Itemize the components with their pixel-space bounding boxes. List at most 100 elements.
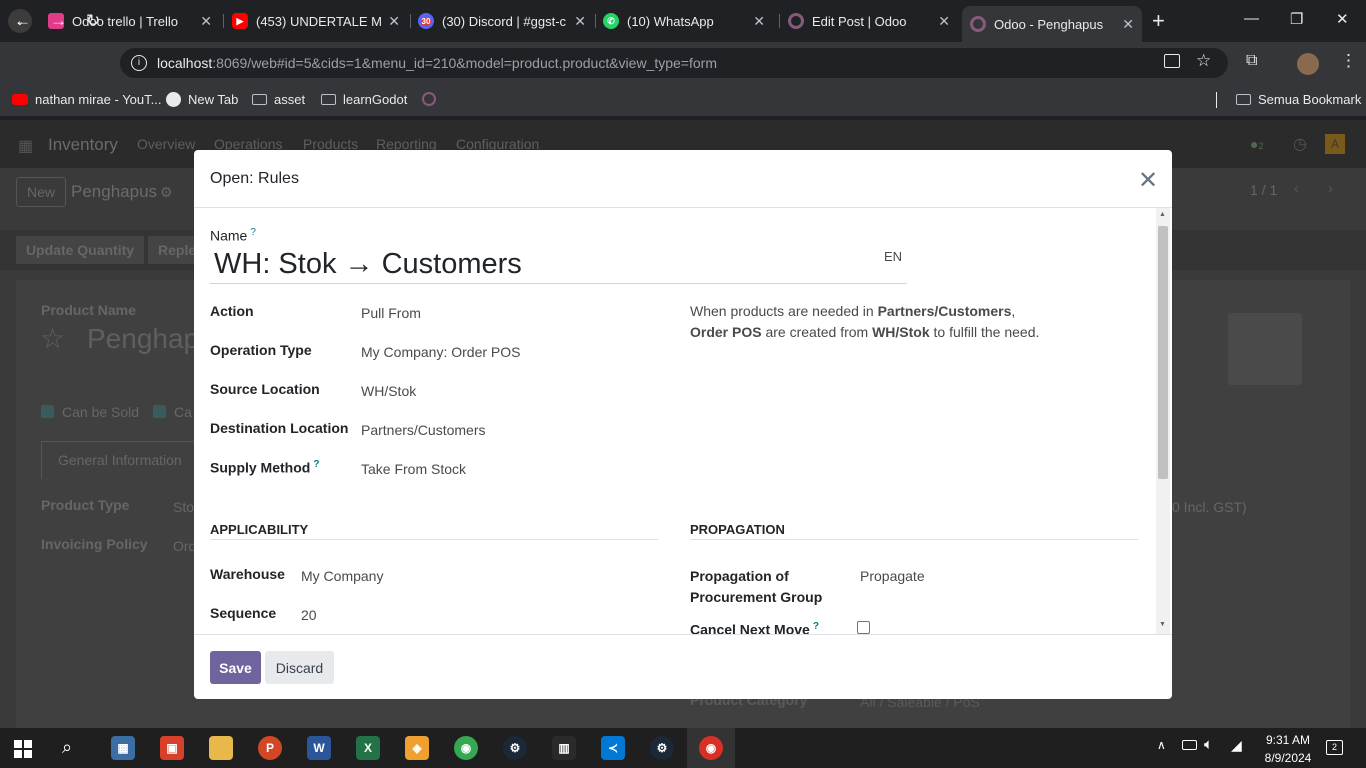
folder-icon [252, 94, 267, 105]
minimize-icon[interactable]: — [1244, 10, 1259, 27]
browser-tab-whatsapp[interactable]: ✆ (10) WhatsApp ✕ [595, 8, 773, 34]
taskbar-clock[interactable]: 9:31 AM 8/9/2024 [1258, 731, 1318, 767]
browser-tab-edit-post[interactable]: Edit Post | Odoo ✕ [780, 8, 958, 34]
warehouse-field[interactable]: My Company [301, 568, 383, 584]
browser-tab-trello[interactable]: Odoo trello | Trello ✕ [40, 8, 220, 34]
cancel-next-move-checkbox[interactable] [857, 621, 870, 634]
gift-icon[interactable]: ▣ [160, 736, 184, 760]
all-bookmarks-folder[interactable]: Semua Bookmark [1236, 92, 1361, 107]
new-button: New [16, 177, 66, 207]
save-button[interactable]: Save [210, 651, 261, 684]
chrome-icon[interactable]: ◉ [699, 736, 723, 760]
dialog-title: Open: Rules [210, 170, 299, 187]
product-type-value: Sto [173, 499, 195, 515]
operation-type-label: Operation Type [210, 342, 312, 358]
help-tooltip-icon[interactable]: ? [250, 227, 256, 238]
battery-icon[interactable] [1182, 740, 1197, 750]
back-icon[interactable]: ← [14, 11, 31, 31]
file-explorer-icon[interactable] [209, 736, 233, 760]
restore-icon[interactable]: ❐ [1290, 10, 1303, 28]
operation-type-field[interactable]: My Company: Order POS [361, 344, 521, 360]
app-menu-icon: ▦ [18, 138, 34, 155]
sequence-field[interactable]: 20 [301, 607, 317, 623]
close-tab-icon[interactable]: ✕ [1122, 16, 1134, 33]
close-window-icon[interactable]: ✕ [1336, 10, 1349, 28]
show-hidden-icons[interactable]: ∧ [1157, 738, 1166, 752]
steam-icon[interactable]: ⚙ [503, 736, 527, 760]
scroll-up-arrow[interactable]: ▲ [1159, 211, 1166, 218]
close-tab-icon[interactable]: ✕ [200, 13, 212, 30]
discord-icon: 30 [418, 13, 434, 29]
supply-method-select[interactable]: Take From Stock [361, 461, 466, 477]
source-location-label: Source Location [210, 381, 320, 397]
new-tab-button[interactable]: + [1152, 8, 1165, 34]
extensions-icon[interactable]: ⧉ [1246, 52, 1257, 70]
excel-icon[interactable]: X [356, 736, 380, 760]
forward-icon[interactable]: → [50, 11, 67, 31]
name-label: Name? [210, 227, 256, 244]
steam-icon[interactable]: ⚙ [650, 736, 674, 760]
notification-icon[interactable]: 2 [1326, 740, 1343, 755]
whatsapp-icon: ✆ [603, 13, 619, 29]
close-tab-icon[interactable]: ✕ [938, 13, 950, 30]
install-app-icon[interactable] [1164, 54, 1180, 68]
discard-button[interactable]: Discard [265, 651, 334, 684]
close-icon[interactable]: ✕ [1138, 166, 1158, 195]
powerpoint-icon[interactable]: P [258, 736, 282, 760]
propagation-section-title: PROPAGATION [690, 522, 785, 537]
language-button[interactable]: EN [884, 249, 902, 264]
bookmark-youtube[interactable]: nathan mirae - YouT... [12, 92, 161, 107]
replenish-button: Reple [148, 236, 198, 264]
update-quantity-button: Update Quantity [16, 236, 144, 264]
reload-icon[interactable]: ↻ [86, 11, 100, 31]
profile-avatar[interactable] [1297, 53, 1319, 75]
help-tooltip-icon[interactable]: ? [813, 621, 819, 632]
close-tab-icon[interactable]: ✕ [388, 13, 400, 30]
bookmark-folder-asset[interactable]: asset [252, 92, 305, 107]
browser-tab-odoo-penghapus[interactable]: Odoo - Penghapus ✕ [962, 6, 1142, 42]
destination-location-field[interactable]: Partners/Customers [361, 422, 485, 438]
help-tooltip-icon[interactable]: ? [313, 459, 319, 470]
folder-icon [1236, 94, 1251, 105]
rule-name-input[interactable] [210, 246, 907, 284]
can-be-sold-label: Can be Sold [62, 404, 140, 420]
scroll-down-arrow[interactable]: ▼ [1159, 621, 1166, 628]
browser-menu-icon[interactable]: ⋮ [1340, 51, 1357, 71]
terminal-icon[interactable]: ▥ [552, 736, 576, 760]
store-icon[interactable]: ▦ [111, 736, 135, 760]
bookmark-star-icon[interactable]: ☆ [1196, 51, 1211, 71]
activity-icon: ◷ [1293, 136, 1307, 153]
action-label: Action [210, 303, 254, 319]
product-name: Penghap [87, 323, 200, 354]
start-icon[interactable] [14, 740, 32, 758]
scrollbar-thumb[interactable] [1158, 226, 1168, 479]
source-location-field[interactable]: WH/Stok [361, 383, 416, 399]
blender-icon[interactable]: ◈ [405, 736, 429, 760]
site-info-icon[interactable]: i [131, 55, 147, 71]
warehouse-label: Warehouse [210, 566, 285, 582]
section-divider [690, 539, 1138, 540]
propagation-group-select[interactable]: Propagate [860, 568, 925, 584]
chrome-icon[interactable]: ◉ [454, 736, 478, 760]
cancel-next-move-label: Cancel Next Move? [690, 621, 819, 638]
propagation-group-label: Propagation of Procurement Group [690, 568, 823, 605]
user-avatar: A [1325, 134, 1345, 154]
url-text[interactable]: localhost:8069/web#id=5&cids=1&menu_id=2… [157, 55, 717, 71]
browser-tab-youtube[interactable]: ▶ (453) UNDERTALE MAIN ✕ [224, 8, 408, 34]
bookmark-folder-learngodot[interactable]: learnGodot [321, 92, 407, 107]
word-icon[interactable]: W [307, 736, 331, 760]
search-icon[interactable]: ⌕ [62, 737, 72, 758]
wifi-icon[interactable]: ◢ [1231, 737, 1242, 754]
youtube-icon [12, 94, 28, 105]
youtube-icon: ▶ [232, 13, 248, 29]
action-select[interactable]: Pull From [361, 305, 421, 321]
vscode-icon[interactable]: ≺ [601, 736, 625, 760]
close-tab-icon[interactable]: ✕ [753, 13, 765, 30]
close-tab-icon[interactable]: ✕ [574, 13, 586, 30]
browser-tab-discord[interactable]: 30 (30) Discord | #ggst-c ✕ [410, 8, 594, 34]
bookmark-new-tab[interactable]: New Tab [166, 92, 238, 107]
invoicing-policy-value: Ord [173, 538, 197, 554]
volume-icon[interactable]: 🔈︎ [1204, 736, 1213, 753]
rule-help-text: When products are needed in Partners/Cus… [690, 303, 1040, 340]
bookmark-odoo[interactable] [422, 92, 436, 106]
